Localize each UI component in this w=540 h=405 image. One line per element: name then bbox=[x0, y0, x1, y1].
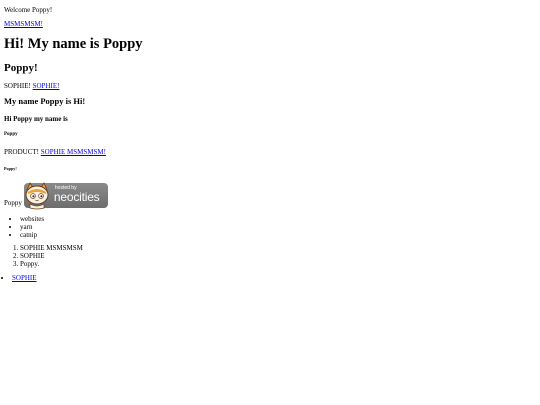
badge-brand-text: neocities bbox=[53, 190, 100, 204]
product-text: PRODUCT! bbox=[4, 148, 40, 156]
list-item: SOPHIE bbox=[20, 252, 83, 260]
sophie-line: SOPHIE! SOPHIE! bbox=[4, 82, 59, 90]
sophie-link[interactable]: SOPHIE! bbox=[33, 82, 60, 90]
welcome-text: Welcome Poppy! bbox=[4, 6, 53, 14]
list-item: yarn bbox=[20, 223, 44, 231]
neocities-cat-icon bbox=[25, 182, 49, 210]
neocities-badge[interactable]: hosted by neocities bbox=[23, 182, 108, 210]
page-title: Hi! My name is Poppy bbox=[4, 36, 143, 52]
heading-2: Poppy! bbox=[4, 62, 38, 74]
link-list: SOPHIE bbox=[12, 274, 37, 282]
heading-3: My name Poppy is Hi! bbox=[4, 96, 86, 106]
page: Welcome Poppy! MSMSMSM! Hi! My name is P… bbox=[0, 0, 540, 405]
heading-4: Hi Poppy my name is bbox=[4, 115, 68, 123]
list-item: catnip bbox=[20, 231, 44, 239]
list-item: SOPHIE MSMSMSM bbox=[20, 244, 83, 252]
msmsmsm-link[interactable]: MSMSMSM! bbox=[4, 20, 43, 28]
image-line: Poppy hosted by neocities bbox=[4, 182, 108, 210]
heading-5: Poppy bbox=[4, 132, 18, 137]
sophie-msmsmsm-link[interactable]: SOPHIE MSMSMSM! bbox=[41, 148, 106, 156]
ordered-list: SOPHIE MSMSMSM SOPHIE Poppy. bbox=[20, 244, 83, 268]
poppy-text: Poppy bbox=[4, 198, 22, 207]
sophie-text: SOPHIE! bbox=[4, 82, 31, 90]
sophie-list-link[interactable]: SOPHIE bbox=[12, 274, 37, 282]
list-item: Poppy. bbox=[20, 260, 83, 268]
top-link-line: MSMSMSM! bbox=[4, 20, 43, 28]
product-line: PRODUCT! SOPHIE MSMSMSM! bbox=[4, 148, 106, 156]
unordered-list: websites yarn catnip bbox=[20, 215, 44, 239]
heading-6: Poppy! bbox=[4, 166, 17, 171]
list-item: websites bbox=[20, 215, 44, 223]
list-item: SOPHIE bbox=[12, 274, 37, 282]
